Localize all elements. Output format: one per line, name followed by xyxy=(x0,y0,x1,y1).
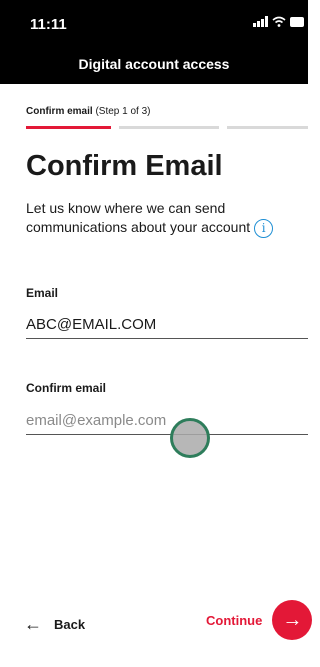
page-title: Confirm Email xyxy=(26,150,223,182)
confirm-email-label: Confirm email xyxy=(26,381,107,395)
wifi-icon xyxy=(272,16,286,27)
progress-segment-3 xyxy=(227,126,308,129)
step-detail: (Step 1 of 3) xyxy=(95,106,151,117)
page-subtitle: Let us know where we can send communicat… xyxy=(26,199,276,238)
touch-indicator xyxy=(170,418,210,458)
step-name: Confirm email xyxy=(26,106,93,117)
continue-button[interactable]: Continue → xyxy=(206,600,313,640)
status-bar: 11:11 xyxy=(0,0,308,46)
email-field[interactable] xyxy=(26,311,308,339)
step-progress xyxy=(26,126,308,129)
email-label: Email xyxy=(26,286,59,300)
progress-segment-1 xyxy=(26,126,111,129)
arrow-right-icon: → xyxy=(272,600,313,640)
header-title: Digital account access xyxy=(78,56,230,72)
continue-label: Continue xyxy=(206,612,263,628)
back-button[interactable]: ← Back xyxy=(24,614,85,635)
info-icon[interactable]: i xyxy=(254,218,274,238)
back-label: Back xyxy=(54,617,86,632)
status-time: 11:11 xyxy=(30,16,67,33)
nav-bar: Digital account access xyxy=(0,46,308,84)
signal-icon xyxy=(253,16,268,27)
step-indicator: Confirm email (Step 1 of 3) xyxy=(26,106,151,117)
arrow-left-icon: ← xyxy=(24,614,42,634)
progress-segment-2 xyxy=(119,126,219,129)
status-icons xyxy=(253,16,304,27)
battery-icon xyxy=(290,16,304,27)
subtitle-text: Let us know where we can send communicat… xyxy=(26,200,251,235)
confirm-email-field[interactable] xyxy=(26,407,308,435)
